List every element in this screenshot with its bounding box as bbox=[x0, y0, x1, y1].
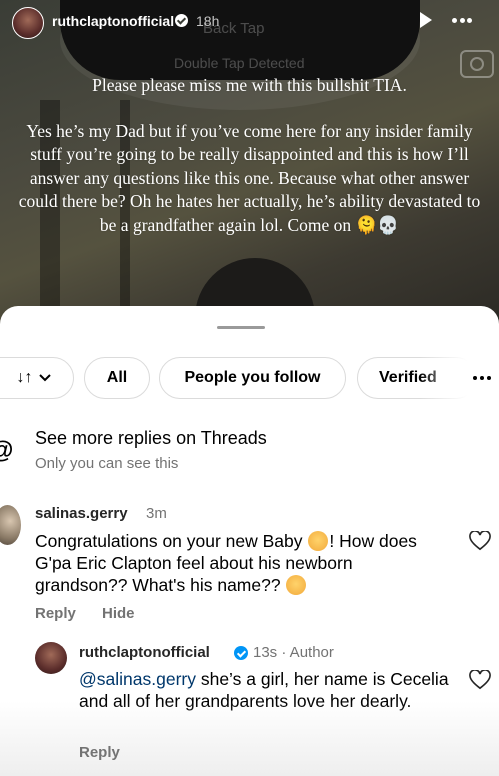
comment-text: Congratulations on your new Baby ! How d… bbox=[35, 530, 435, 596]
chevron-down-icon bbox=[38, 374, 51, 382]
commenter-avatar[interactable] bbox=[0, 505, 21, 545]
hide-button[interactable]: Hide bbox=[102, 605, 135, 622]
more-filters-icon[interactable] bbox=[473, 376, 491, 380]
filter-chip-people-you-follow[interactable]: People you follow bbox=[159, 357, 346, 399]
surprised-emoji-icon bbox=[286, 575, 307, 595]
threads-icon: @ bbox=[0, 439, 13, 463]
verified-badge-icon bbox=[234, 646, 248, 660]
like-heart-icon[interactable] bbox=[469, 531, 491, 551]
more-options-icon[interactable] bbox=[452, 18, 472, 24]
story-paragraph-2: Yes he’s my Dad but if you’ve come here … bbox=[18, 120, 481, 235]
baby-emoji-icon bbox=[308, 531, 329, 551]
threads-note: Only you can see this bbox=[35, 455, 179, 472]
verified-badge-icon bbox=[175, 14, 188, 27]
play-icon[interactable] bbox=[420, 12, 432, 28]
story-time: 18h bbox=[196, 13, 220, 29]
threads-link[interactable]: See more replies on Threads bbox=[35, 428, 267, 449]
overlay-double-tap: Double Tap Detected bbox=[174, 55, 305, 71]
bottom-fade bbox=[0, 701, 499, 776]
mention-link[interactable]: @salinas.gerry bbox=[79, 669, 196, 689]
sort-button[interactable]: ↓↑ bbox=[0, 357, 74, 399]
like-heart-icon[interactable] bbox=[469, 670, 491, 690]
story-username[interactable]: ruthclaptonofficial bbox=[52, 13, 174, 29]
author-avatar[interactable] bbox=[35, 642, 67, 674]
reply-meta: 13s · Author bbox=[253, 644, 334, 661]
reply-username[interactable]: ruthclaptonofficial bbox=[79, 644, 210, 661]
comment-username[interactable]: salinas.gerry bbox=[35, 505, 128, 522]
filter-chip-all[interactable]: All bbox=[84, 357, 150, 399]
reply-button[interactable]: Reply bbox=[79, 744, 120, 761]
story-avatar[interactable] bbox=[12, 7, 44, 39]
comment-time: 3m bbox=[146, 505, 167, 522]
comment-text-part: Congratulations on your new Baby bbox=[35, 531, 308, 551]
story-paragraph-1: Please please miss me with this bullshit… bbox=[92, 75, 407, 95]
comments-sheet: ↓↑ All People you follow Verified @ See … bbox=[0, 306, 499, 776]
story-text: Please please miss me with this bullshit… bbox=[10, 74, 489, 259]
story-header: ruthclaptonofficial 18h bbox=[0, 0, 499, 42]
drag-handle[interactable] bbox=[217, 326, 265, 329]
reply-button[interactable]: Reply bbox=[35, 605, 76, 622]
sort-icon: ↓↑ bbox=[16, 369, 33, 386]
